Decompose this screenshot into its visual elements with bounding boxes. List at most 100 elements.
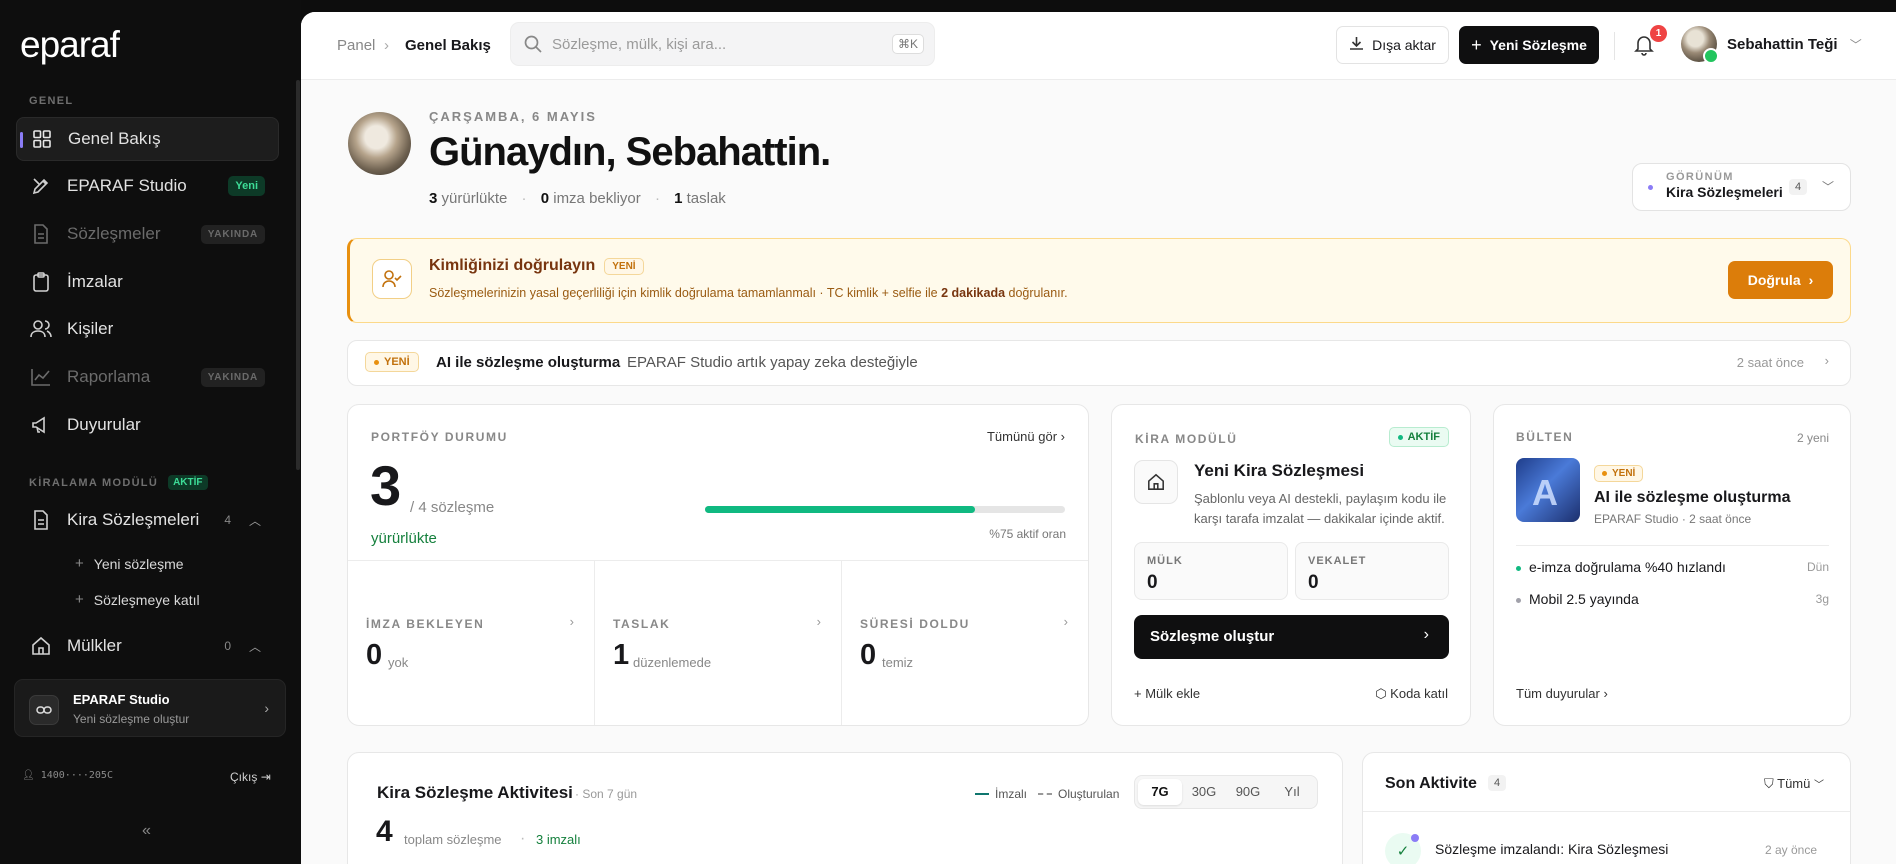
notifications-button[interactable]: 1 [1634, 25, 1667, 61]
studio-card-title: EPARAF Studio [73, 692, 170, 707]
sidebar-item-contracts[interactable]: Sözleşmeler YAKINDA [16, 212, 279, 256]
chevron-up-icon[interactable]: ︿ [249, 638, 261, 655]
breadcrumb-separator-icon: › [384, 37, 389, 54]
see-all-link[interactable]: Tümünü gör › [987, 429, 1065, 444]
view-selector[interactable]: GÖRÜNÜM Kira Sözleşmeleri 4 ﹀ [1632, 163, 1851, 211]
clipboard-icon [30, 271, 52, 293]
property-stat: MÜLK 0 [1134, 542, 1288, 600]
logout-icon: ⇥ [260, 770, 271, 784]
avatar[interactable] [1681, 26, 1719, 64]
join-code-link[interactable]: ⬡ Koda katıl [1375, 686, 1448, 702]
sidebar-item-announcements[interactable]: Duyurular [16, 403, 279, 447]
user-id-text: 1400····205C [40, 770, 113, 781]
add-property-label: Mülk ekle [1145, 686, 1201, 701]
plus-icon: + [1134, 686, 1146, 701]
draft-label: taslak [686, 190, 726, 207]
logout-label: Çıkış [230, 770, 258, 784]
sidebar-sub-join-contract[interactable]: + Sözleşmeye katıl [75, 591, 200, 608]
plus-icon: + [75, 591, 84, 608]
announcement-bar[interactable]: YENİ AI ile sözleşme oluşturma · EPARAF … [347, 340, 1851, 386]
active-label: yürürlükte [441, 190, 508, 207]
home-icon [30, 635, 52, 657]
logout-button[interactable]: Çıkış ⇥ [230, 770, 271, 784]
all-announcements-link[interactable]: Tüm duyurular › [1516, 686, 1608, 701]
agent-value: 0 [1308, 572, 1319, 593]
stat-cell-value: 0 [366, 639, 383, 671]
chevron-up-icon[interactable]: ︿ [249, 512, 261, 529]
news-time: 2 saat önce [1736, 355, 1804, 370]
create-contract-button[interactable]: Sözleşme oluştur › [1134, 615, 1449, 659]
filter-label: Tümü [1777, 776, 1811, 791]
collapse-sidebar-icon[interactable]: « [142, 822, 151, 840]
new-contract-button[interactable]: + Yeni Sözleşme [1459, 26, 1599, 64]
bulletin-badge-label: YENİ [1612, 468, 1636, 479]
feature-title[interactable]: AI ile sözleşme oluşturma [1594, 489, 1791, 507]
app-logo[interactable]: eparaf [20, 24, 120, 66]
verify-button[interactable]: Doğrula › [1728, 261, 1833, 299]
breadcrumb-root[interactable]: Panel [337, 37, 375, 54]
list-item[interactable]: Mobil 2.5 yayında 3g [1516, 591, 1829, 607]
chevron-right-icon: › [1063, 614, 1068, 629]
add-property-link[interactable]: + Mülk ekle [1134, 686, 1200, 701]
identity-verify-banner: Kimliğinizi doğrulayın YENİ Sözleşmeleri… [347, 238, 1851, 323]
filter-dropdown[interactable]: ⛉ Tümü ﹀ [1764, 776, 1824, 792]
stat-cell-expired[interactable]: SÜRESİ DOLDU › 0 temiz [842, 561, 1088, 725]
bell-icon [1634, 36, 1654, 60]
active-rate: %75 aktif oran [989, 527, 1066, 541]
search-shortcut: ⌘K [891, 34, 924, 54]
progress-fill [705, 506, 975, 513]
bulletin-item-text: e-imza doğrulama %40 hızlandı [1529, 559, 1726, 575]
topbar: Panel › Genel Bakış Sözleşme, mülk, kişi… [301, 12, 1896, 80]
all-announcements-label: Tüm duyurular [1516, 686, 1600, 701]
list-item[interactable]: e-imza doğrulama %40 hızlandı Dün [1516, 559, 1829, 575]
news-description: EPARAF Studio artık yapay zeka desteğiyl… [627, 354, 918, 371]
feature-thumbnail[interactable]: A [1516, 458, 1580, 522]
user-menu[interactable]: Sebahattin Teği ﹀ [1727, 36, 1862, 53]
grid-icon [31, 128, 53, 150]
legend-created: Oluşturulan [1038, 787, 1119, 801]
sidebar-item-overview[interactable]: Genel Bakış [16, 117, 279, 161]
tab-yil[interactable]: Yıl [1270, 779, 1314, 805]
activity-card: Kira Sözleşme Aktivitesi · Son 7 gün İmz… [347, 752, 1343, 864]
home-icon [1134, 460, 1178, 504]
bullet-dot [1516, 597, 1521, 603]
sidebar-item-studio[interactable]: EPARAF Studio Yeni [16, 164, 279, 208]
portfolio-label: PORTFÖY DURUMU [371, 430, 508, 444]
section-rental: KİRALAMA MODÜLÜ AKTİF [29, 475, 208, 490]
sidebar-item-people[interactable]: Kişiler [16, 307, 279, 351]
recent-count: 4 [1488, 775, 1507, 791]
sidebar-item-properties[interactable]: Mülkler 0 ︿ [16, 624, 279, 668]
tab-90g[interactable]: 90G [1226, 779, 1270, 805]
studio-promo-card[interactable]: EPARAF Studio Yeni sözleşme oluştur › [14, 679, 286, 737]
bulletin-item-time: 3g [1815, 592, 1829, 606]
profile-avatar [348, 112, 411, 175]
legend-signed-label: İmzalı [995, 787, 1028, 801]
news-title: AI ile sözleşme oluşturma [436, 354, 621, 371]
stat-cell-pending[interactable]: İMZA BEKLEYEN › 0 yok [348, 561, 594, 725]
export-label: Dışa aktar [1372, 37, 1436, 53]
bulletin-card: BÜLTEN 2 yeni A YENİ AI ile sözleşme olu… [1493, 404, 1851, 726]
coming-soon-badge: YAKINDA [200, 367, 265, 387]
portfolio-card: PORTFÖY DURUMU Tümünü gör › 3 / 4 sözleş… [347, 404, 1089, 726]
sidebar-item-label: Duyurular [67, 415, 141, 434]
search-input[interactable]: Sözleşme, mülk, kişi ara... ⌘K [510, 22, 935, 66]
recent-item-title[interactable]: Sözleşme imzalandı: Kira Sözleşmesi [1435, 841, 1668, 857]
sidebar-item-signatures[interactable]: İmzalar [16, 260, 279, 304]
chevron-down-icon: ﹀ [1821, 180, 1834, 194]
sidebar-item-rental-contracts[interactable]: Kira Sözleşmeleri 4 ︿ [16, 498, 279, 542]
view-count: 4 [1789, 179, 1808, 195]
verify-desc-bold: 2 dakikada [941, 286, 1006, 300]
view-dot [1648, 185, 1653, 190]
tab-7g[interactable]: 7G [1138, 779, 1182, 805]
tab-30g[interactable]: 30G [1182, 779, 1226, 805]
verify-button-label: Doğrula [1747, 272, 1801, 288]
agent-stat: VEKALET 0 [1295, 542, 1449, 600]
export-button[interactable]: Dışa aktar [1336, 26, 1449, 64]
progress-track [705, 506, 1065, 513]
sidebar-item-reports[interactable]: Raporlama YAKINDA [16, 355, 279, 399]
document-icon [30, 223, 52, 245]
sidebar-sub-new-contract[interactable]: + Yeni sözleşme [75, 555, 184, 572]
sidebar-scrollbar[interactable] [296, 80, 300, 470]
check-icon: ✓ [1385, 833, 1421, 864]
stat-cell-draft[interactable]: TASLAK › 1 düzenlemede [595, 561, 841, 725]
